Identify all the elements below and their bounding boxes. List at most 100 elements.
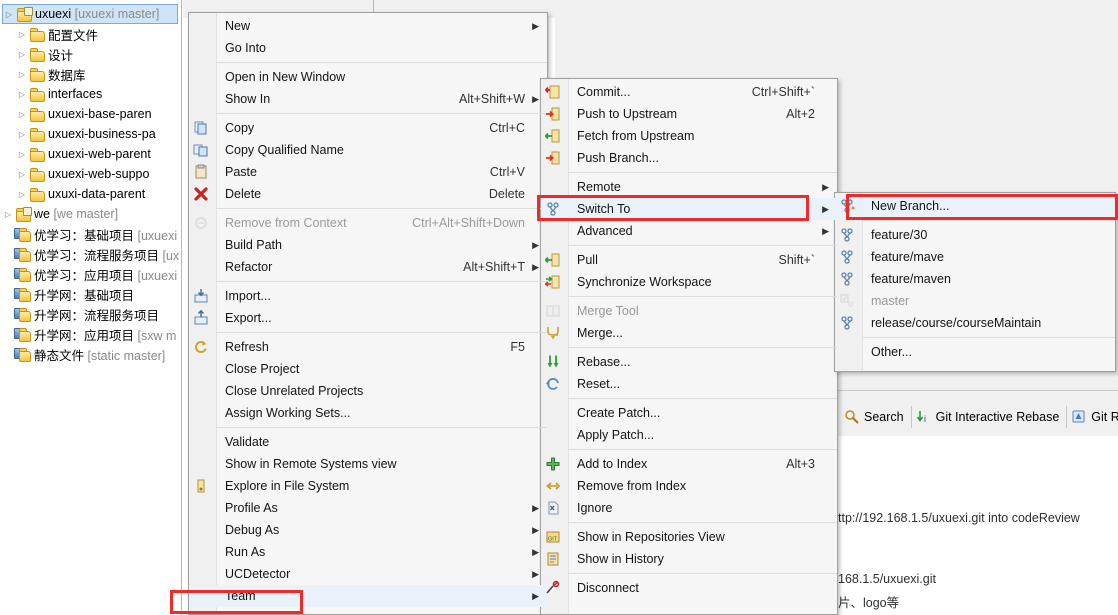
tree-item[interactable]: 优学习：基础项目 [uxuexi (2, 224, 178, 244)
tree-item[interactable]: 升学网：流程服务项目 (2, 304, 178, 324)
menu-item-copy-qualified-name[interactable]: Copy Qualified Name (189, 139, 547, 161)
branch-item-new-branch[interactable]: New Branch... (835, 195, 1115, 217)
tab-git-interactive-rebase[interactable]: i Git Interactive Rebase (912, 406, 1068, 428)
tree-expand-arrow[interactable]: ▷ (16, 50, 28, 59)
switch-to-submenu[interactable]: New Branch... feature/30 feature/mave featu… (834, 192, 1116, 372)
branch-item-other[interactable]: Other... (835, 341, 1115, 363)
branch-item-feature-mave[interactable]: feature/mave (835, 246, 1115, 268)
tree-expand-arrow[interactable]: ▷ (16, 110, 28, 119)
tree-item[interactable]: 静态文件 [static master] (2, 344, 178, 364)
tree-expand-arrow[interactable]: ▷ (3, 10, 15, 19)
tree-item[interactable]: ▷ uxuexi-web-suppo (16, 164, 178, 184)
team-item-remote[interactable]: Remote ▶ (541, 176, 837, 198)
tree-item[interactable]: ▷ 数据库 (16, 64, 178, 84)
project-context-menu[interactable]: New ▶ Go Into Open in New Window Show In Alt+… (188, 12, 548, 615)
team-item-reset[interactable]: Reset... (541, 373, 837, 395)
project-explorer-tree[interactable]: ▷ uxuexi [uxuexi master] ▷ 配置文件 ▷ 设计 ▷ 数据库 ▷ inte… (0, 0, 180, 615)
branch-item-master: master (835, 290, 1115, 312)
branch-item-feature-maven[interactable]: feature/maven (835, 268, 1115, 290)
menu-item-assign-working-sets[interactable]: Assign Working Sets... (189, 402, 547, 424)
tree-item[interactable]: ▷ uxuxi-data-parent (16, 184, 178, 204)
branch-icon (839, 249, 856, 265)
menu-separator (568, 172, 837, 173)
team-item-show-in-history[interactable]: Show in History (541, 548, 837, 570)
tree-item-label: uxuexi-base-paren (48, 107, 152, 121)
tree-expand-arrow[interactable]: ▷ (16, 150, 28, 159)
menu-item-validate[interactable]: Validate (189, 431, 547, 453)
menu-item-ucdetector[interactable]: UCDetector ▶ (189, 563, 547, 585)
menu-item-label: Reset... (577, 377, 621, 391)
team-item-synchronize-workspace[interactable]: Synchronize Workspace (541, 271, 837, 293)
branch-item-feature-30[interactable]: feature/30 (835, 224, 1115, 246)
folder-icon (28, 87, 45, 102)
team-item-fetch-from-upstream[interactable]: Fetch from Upstream (541, 125, 837, 147)
team-item-switch-to[interactable]: Switch To ▶ (541, 198, 837, 220)
folder-repo-icon (15, 6, 33, 22)
tree-item[interactable]: ▷ uxuexi-business-pa (16, 124, 178, 144)
tab-git-reflog[interactable]: Git Ref (1067, 406, 1118, 428)
branch-item-release-course-coursemaintain[interactable]: release/course/courseMaintain (835, 312, 1115, 334)
team-item-create-patch[interactable]: Create Patch... (541, 402, 837, 424)
menu-item-close-project[interactable]: Close Project (189, 358, 547, 380)
menu-item-import[interactable]: Import... (189, 285, 547, 307)
team-item-push-branch[interactable]: Push Branch... (541, 147, 837, 169)
tree-expand-arrow[interactable]: ▷ (16, 30, 28, 39)
menu-item-copy[interactable]: Copy Ctrl+C (189, 117, 547, 139)
menu-item-shortcut: Delete (488, 187, 525, 201)
team-item-remove-from-index[interactable]: Remove from Index (541, 475, 837, 497)
menu-item-build-path[interactable]: Build Path ▶ (189, 234, 547, 256)
team-item-push-to-upstream[interactable]: Push to Upstream Alt+2 (541, 103, 837, 125)
team-item-pull[interactable]: Pull Shift+` (541, 249, 837, 271)
menu-item-explore-in-file-system[interactable]: Explore in File System (189, 475, 547, 497)
menu-item-profile-as[interactable]: Profile As ▶ (189, 497, 547, 519)
menu-item-run-as[interactable]: Run As ▶ (189, 541, 547, 563)
team-submenu[interactable]: Commit... Ctrl+Shift+` Push to Upstream Alt… (540, 78, 838, 615)
menu-item-refactor[interactable]: Refactor Alt+Shift+T ▶ (189, 256, 547, 278)
menu-item-shortcut: Ctrl+C (489, 121, 525, 135)
team-item-commit[interactable]: Commit... Ctrl+Shift+` (541, 81, 837, 103)
menu-item-refresh[interactable]: Refresh F5 (189, 336, 547, 358)
team-item-merge[interactable]: Merge... (541, 322, 837, 344)
menu-item-go-into[interactable]: Go Into (189, 37, 547, 59)
tree-item[interactable]: ▷ 配置文件 (16, 24, 178, 44)
tree-expand-arrow[interactable]: ▷ (16, 190, 28, 199)
menu-item-delete[interactable]: Delete Delete (189, 183, 547, 205)
tree-item[interactable]: 优学习：流程服务项目 [ux (2, 244, 179, 264)
tree-item-label: 静态文件 [static master] (34, 348, 166, 363)
menu-item-paste[interactable]: Paste Ctrl+V (189, 161, 547, 183)
menu-item-export[interactable]: Export... (189, 307, 547, 329)
team-item-advanced[interactable]: Advanced ▶ (541, 220, 837, 242)
team-item-rebase[interactable]: Rebase... (541, 351, 837, 373)
tab-search-label: Search (864, 410, 904, 424)
tree-item[interactable]: ▷ 设计 (16, 44, 178, 64)
menu-item-team[interactable]: Team ▶ (189, 585, 547, 607)
tree-expand-arrow[interactable]: ▷ (16, 170, 28, 179)
team-item-disconnect[interactable]: Disconnect (541, 577, 837, 599)
menu-item-show-in-remote-systems-view[interactable]: Show in Remote Systems view (189, 453, 547, 475)
menu-item-show-in[interactable]: Show In Alt+Shift+W ▶ (189, 88, 547, 110)
chevron-right-icon: ▶ (532, 568, 539, 579)
team-item-add-to-index[interactable]: Add to Index Alt+3 (541, 453, 837, 475)
menu-item-new[interactable]: New ▶ (189, 15, 547, 37)
tab-search[interactable]: Search (840, 406, 912, 428)
tree-item[interactable]: ▷ uxuexi-base-paren (16, 104, 178, 124)
menu-item-close-unrelated-projects[interactable]: Close Unrelated Projects (189, 380, 547, 402)
menu-item-open-in-new-window[interactable]: Open in New Window (189, 66, 547, 88)
menu-item-debug-as[interactable]: Debug As ▶ (189, 519, 547, 541)
team-item-ignore[interactable]: Ignore (541, 497, 837, 519)
tree-item[interactable]: 升学网：应用项目 [sxw m (2, 324, 178, 344)
folder-icon (28, 127, 45, 142)
tree-item[interactable]: ▷ we [we master] (2, 204, 178, 224)
tree-item[interactable]: 升学网：基础项目 (2, 284, 178, 304)
explore-icon (193, 478, 210, 494)
tree-expand-arrow[interactable]: ▷ (16, 70, 28, 79)
tree-item[interactable]: ▷ interfaces (16, 84, 178, 104)
tree-expand-arrow[interactable]: ▷ (2, 210, 14, 219)
team-item-show-in-repositories-view[interactable]: GIT Show in Repositories View (541, 526, 837, 548)
tree-item[interactable]: ▷ uxuexi-web-parent (16, 144, 178, 164)
tree-expand-arrow[interactable]: ▷ (16, 130, 28, 139)
team-item-apply-patch[interactable]: Apply Patch... (541, 424, 837, 446)
tree-expand-arrow[interactable]: ▷ (16, 90, 28, 99)
tree-item[interactable]: ▷ uxuexi [uxuexi master] (2, 4, 178, 24)
tree-item[interactable]: 优学习：应用项目 [uxuexi (2, 264, 178, 284)
